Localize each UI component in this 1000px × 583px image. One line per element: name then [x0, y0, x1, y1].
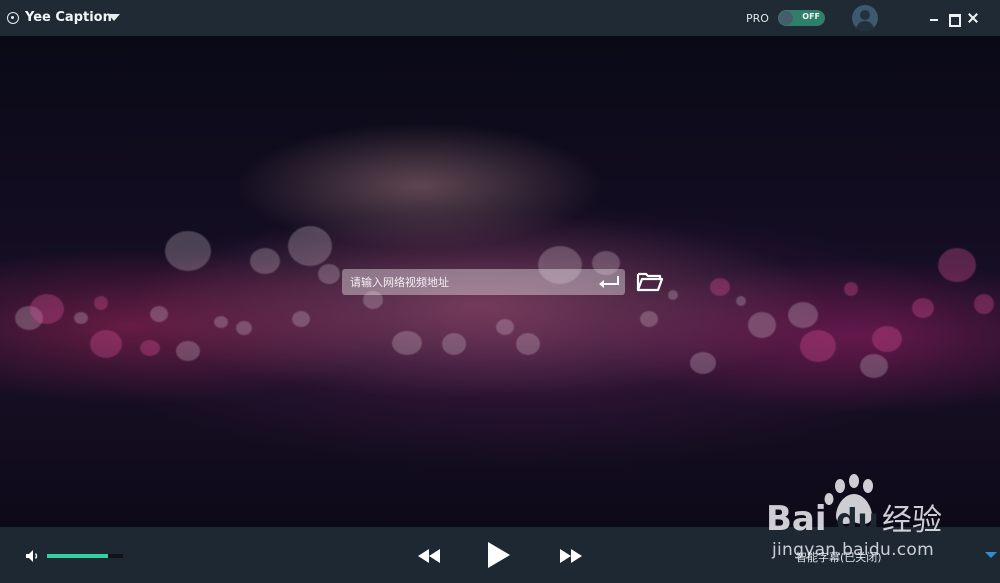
- bokeh-light: [392, 331, 422, 355]
- video-url-input[interactable]: [350, 269, 590, 295]
- bokeh-light: [860, 354, 888, 378]
- bokeh-light: [938, 248, 976, 282]
- title-bar: Yee Caption PRO OFF: [0, 0, 1000, 36]
- speaker-icon[interactable]: [25, 548, 40, 562]
- play-icon[interactable]: [487, 542, 511, 568]
- bokeh-light: [140, 340, 160, 356]
- dropdown-arrow-icon[interactable]: [108, 14, 120, 21]
- bokeh-light: [74, 312, 88, 324]
- bokeh-light: [250, 248, 280, 274]
- bokeh-light: [844, 282, 858, 296]
- bokeh-light: [872, 326, 902, 352]
- bokeh-light: [288, 226, 332, 266]
- toggle-state-label: OFF: [802, 12, 820, 21]
- bokeh-light: [214, 316, 228, 328]
- pro-toggle[interactable]: OFF: [778, 10, 825, 26]
- bokeh-light: [90, 330, 122, 358]
- user-avatar-icon[interactable]: [852, 5, 878, 31]
- bokeh-light: [165, 231, 211, 271]
- volume-level: [47, 554, 108, 558]
- bokeh-light: [496, 319, 514, 335]
- fast-forward-icon[interactable]: [560, 548, 582, 563]
- bokeh-light: [736, 296, 746, 306]
- pro-label: PRO: [746, 12, 769, 25]
- svg-text:du: du: [836, 503, 879, 538]
- bokeh-light: [748, 312, 776, 338]
- bokeh-light: [94, 296, 108, 310]
- app-title: Yee Caption: [25, 10, 112, 25]
- bokeh-light: [150, 306, 168, 322]
- volume-slider[interactable]: [47, 554, 123, 558]
- bokeh-light: [800, 330, 836, 362]
- bokeh-light: [292, 311, 310, 327]
- bokeh-light: [912, 298, 934, 318]
- open-folder-icon[interactable]: [636, 270, 664, 294]
- url-input-box[interactable]: [342, 269, 625, 295]
- svg-text:经验: 经验: [882, 503, 942, 538]
- close-icon[interactable]: [965, 10, 981, 26]
- video-area[interactable]: [0, 36, 1000, 527]
- avatar-body: [856, 21, 874, 31]
- svg-text:Bai: Bai: [766, 499, 827, 539]
- minimize-icon[interactable]: [926, 10, 942, 26]
- bokeh-light: [690, 352, 716, 374]
- rewind-icon[interactable]: [418, 548, 440, 563]
- bokeh-light: [442, 333, 466, 355]
- maximize-icon[interactable]: [945, 10, 961, 27]
- avatar-head: [860, 10, 870, 20]
- bokeh-light: [640, 311, 658, 327]
- bokeh-light: [318, 264, 340, 284]
- bokeh-light: [788, 302, 818, 328]
- enter-icon[interactable]: [599, 276, 619, 290]
- bokeh-light: [516, 333, 540, 355]
- app-logo-icon: [7, 12, 19, 24]
- bokeh-light: [668, 290, 678, 300]
- toggle-knob: [779, 11, 793, 25]
- bokeh-light: [236, 321, 252, 335]
- bokeh-light: [30, 294, 64, 324]
- bokeh-light: [710, 278, 730, 296]
- watermark-url: jingyan.baidu.com: [772, 540, 934, 560]
- bokeh-light: [974, 294, 994, 314]
- bokeh-light: [176, 341, 200, 361]
